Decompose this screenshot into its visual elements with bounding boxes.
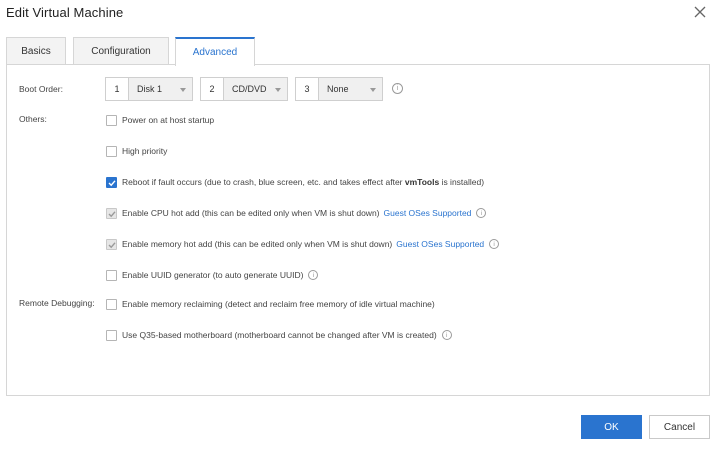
checkbox[interactable] bbox=[106, 298, 117, 310]
boot-slot-number: 3 bbox=[295, 77, 319, 101]
option-q35-motherboard[interactable]: Use Q35-based motherboard (motherboard c… bbox=[106, 328, 452, 342]
others-label: Others: bbox=[19, 114, 47, 124]
option-memory-hot-add: Enable memory hot add (this can be edite… bbox=[106, 237, 500, 251]
option-label: Enable memory hot add (this can be edite… bbox=[122, 239, 393, 249]
boot-device-select-3[interactable]: None bbox=[319, 77, 383, 101]
edit-vm-dialog: Edit Virtual Machine Basics Configuratio… bbox=[0, 0, 716, 449]
chevron-down-icon bbox=[180, 88, 186, 92]
boot-slot-2: 2 CD/DVD bbox=[200, 77, 288, 101]
checkbox-checked[interactable] bbox=[106, 176, 117, 188]
option-memory-reclaiming[interactable]: Enable memory reclaiming (detect and rec… bbox=[106, 297, 435, 311]
checkbox[interactable] bbox=[106, 114, 117, 126]
option-high-priority[interactable]: High priority bbox=[106, 144, 167, 158]
advanced-panel: Boot Order: 1 Disk 1 2 CD/DVD 3 None i O… bbox=[6, 64, 710, 396]
guest-oses-supported-link[interactable]: Guest OSes Supported bbox=[396, 239, 484, 249]
option-label: Enable CPU hot add (this can be edited o… bbox=[122, 208, 380, 218]
cancel-button[interactable]: Cancel bbox=[649, 415, 710, 439]
reboot-text-end: is installed) bbox=[439, 177, 485, 187]
boot-slot-number: 2 bbox=[200, 77, 224, 101]
tab-advanced[interactable]: Advanced bbox=[175, 37, 255, 66]
check-icon bbox=[108, 179, 116, 186]
tab-basics[interactable]: Basics bbox=[6, 37, 66, 65]
option-label: High priority bbox=[122, 146, 168, 156]
vmtools-text: vmTools bbox=[404, 177, 440, 187]
info-icon[interactable]: i bbox=[476, 208, 487, 218]
boot-slot-3: 3 None bbox=[295, 77, 383, 101]
info-icon[interactable]: i bbox=[308, 270, 319, 280]
ok-button[interactable]: OK bbox=[581, 415, 642, 439]
boot-device-value: Disk 1 bbox=[137, 84, 163, 94]
tab-configuration[interactable]: Configuration bbox=[73, 37, 169, 65]
info-icon[interactable]: i bbox=[489, 239, 500, 249]
guest-oses-supported-link[interactable]: Guest OSes Supported bbox=[384, 208, 472, 218]
option-power-on-startup[interactable]: Power on at host startup bbox=[106, 113, 214, 127]
option-reboot-on-fault[interactable]: Reboot if fault occurs (due to crash, bl… bbox=[106, 175, 484, 189]
boot-device-select-1[interactable]: Disk 1 bbox=[129, 77, 193, 101]
option-cpu-hot-add: Enable CPU hot add (this can be edited o… bbox=[106, 206, 487, 220]
option-uuid-generator[interactable]: Enable UUID generator (to auto generate … bbox=[106, 268, 319, 282]
boot-slot-number: 1 bbox=[105, 77, 129, 101]
checkbox[interactable] bbox=[106, 269, 117, 281]
info-icon[interactable]: i bbox=[441, 330, 452, 340]
check-icon bbox=[108, 241, 116, 248]
checkbox[interactable] bbox=[106, 329, 117, 341]
option-label: Enable memory reclaiming (detect and rec… bbox=[122, 299, 435, 309]
remote-debugging-label: Remote Debugging: bbox=[19, 298, 95, 308]
checkbox-checked-disabled bbox=[106, 238, 117, 250]
reboot-text: Reboot if fault occurs (due to crash, bl… bbox=[122, 177, 405, 187]
info-icon[interactable]: i bbox=[392, 83, 403, 94]
close-icon bbox=[694, 6, 706, 18]
boot-order-label: Boot Order: bbox=[19, 84, 63, 94]
option-label: Reboot if fault occurs (due to crash, bl… bbox=[122, 177, 484, 187]
chevron-down-icon bbox=[275, 88, 281, 92]
check-icon bbox=[108, 210, 116, 217]
boot-device-value: None bbox=[327, 84, 349, 94]
boot-device-value: CD/DVD bbox=[232, 84, 267, 94]
close-button[interactable] bbox=[692, 4, 708, 20]
checkbox-checked-disabled bbox=[106, 207, 117, 219]
option-label: Power on at host startup bbox=[122, 115, 215, 125]
option-label: Enable UUID generator (to auto generate … bbox=[122, 270, 304, 280]
checkbox[interactable] bbox=[106, 145, 117, 157]
boot-device-select-2[interactable]: CD/DVD bbox=[224, 77, 288, 101]
dialog-title: Edit Virtual Machine bbox=[6, 5, 124, 20]
chevron-down-icon bbox=[370, 88, 376, 92]
boot-slot-1: 1 Disk 1 bbox=[105, 77, 193, 101]
option-label: Use Q35-based motherboard (motherboard c… bbox=[122, 330, 437, 340]
